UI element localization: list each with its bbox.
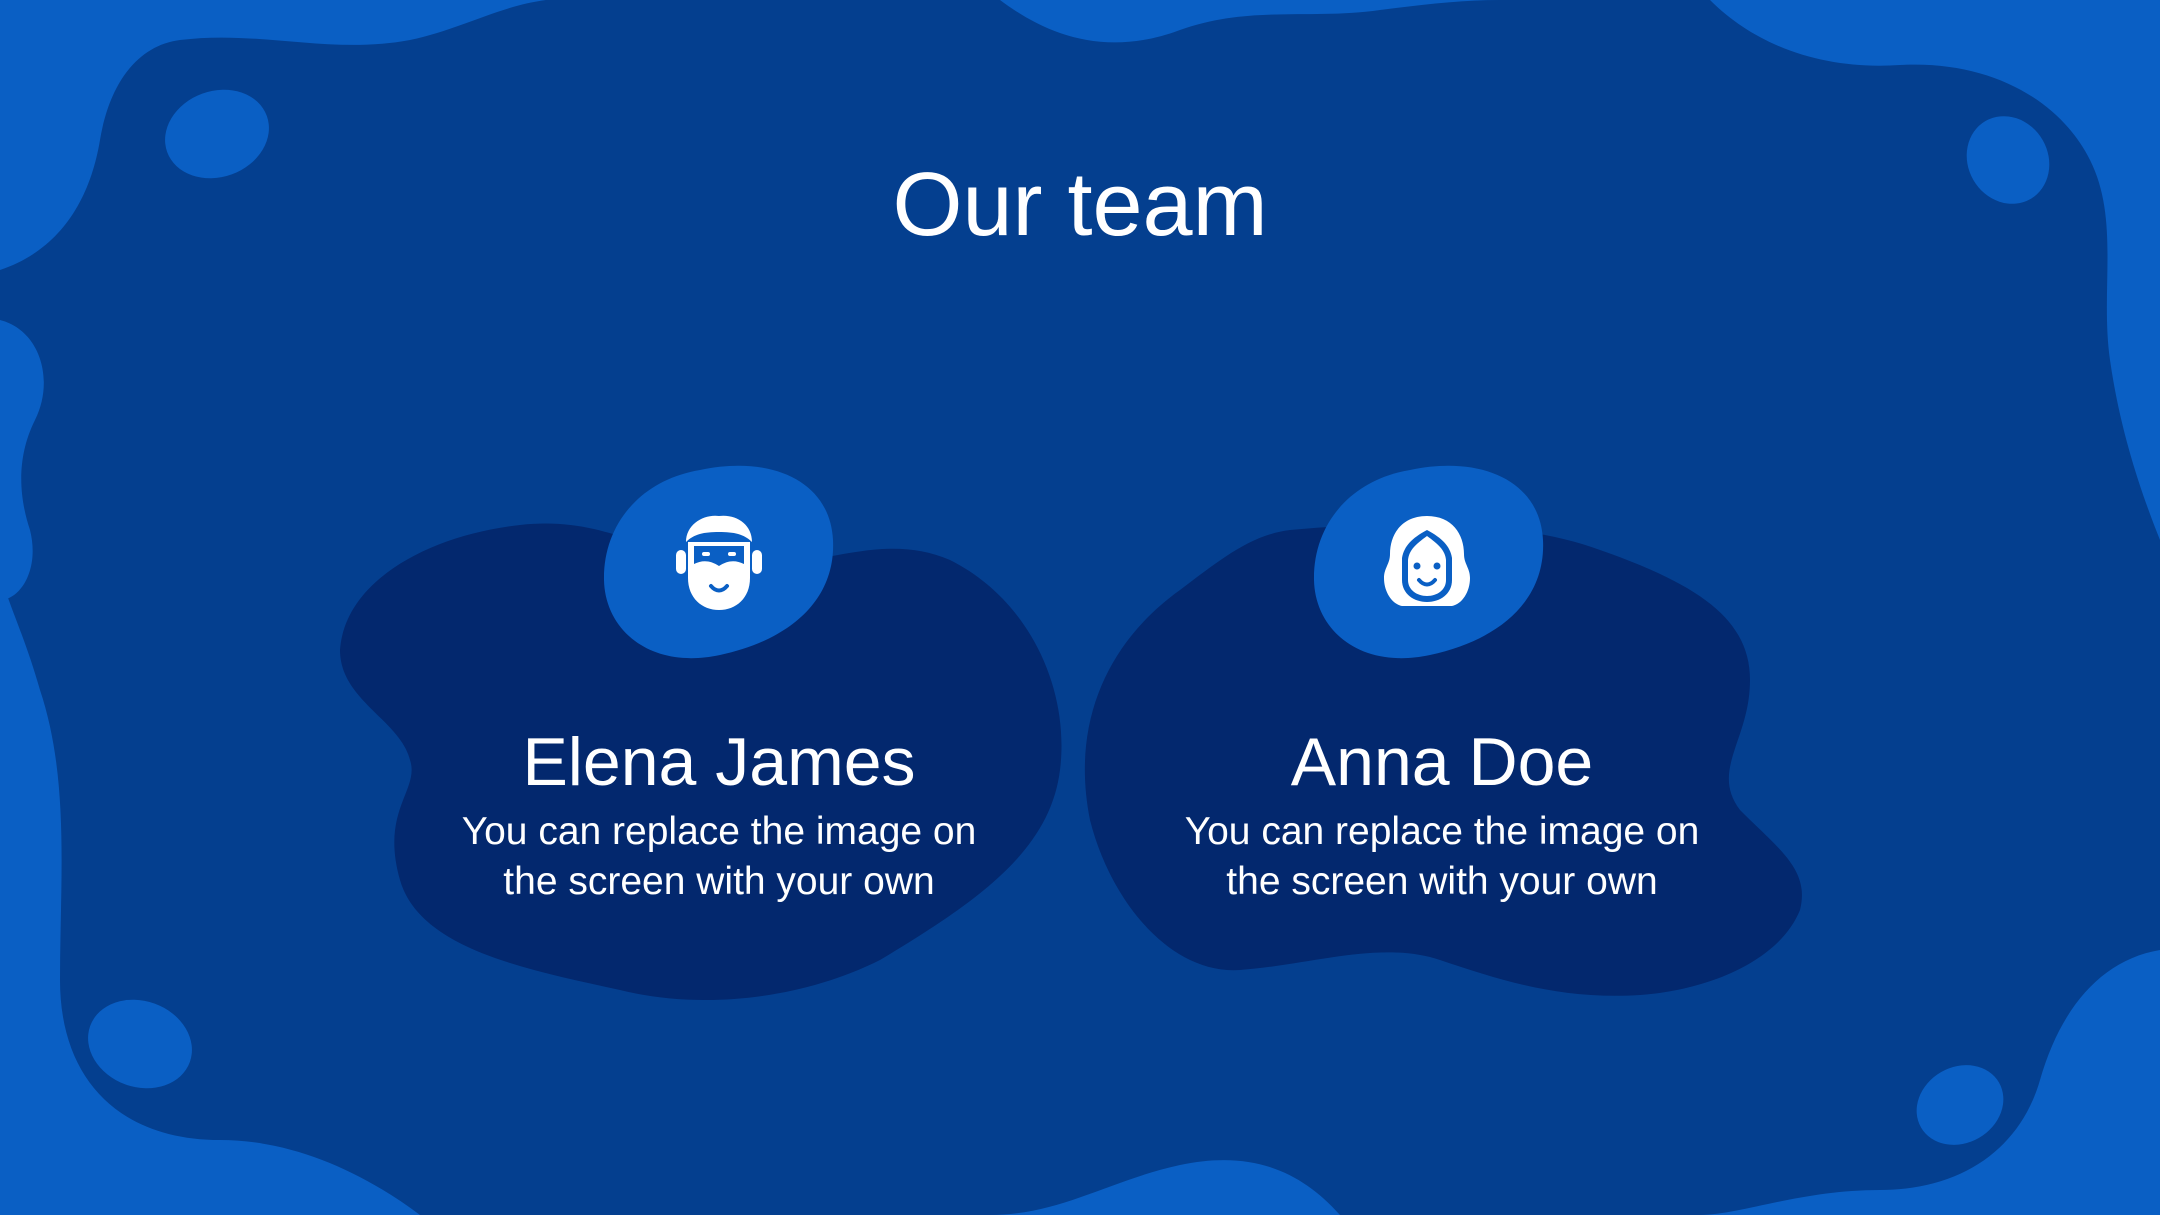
member-desc-line2-1: the screen with your own [503, 860, 935, 903]
member-desc-line1-1: You can replace the image on [461, 810, 977, 853]
woman-avatar-icon [1384, 516, 1470, 606]
member-desc-line2-2: the screen with your own [1226, 860, 1658, 903]
member-desc-line1-2: You can replace the image on [1184, 810, 1700, 853]
member-name-2: Anna Doe [1290, 724, 1594, 800]
man-bearded-avatar-icon [676, 515, 762, 610]
slide: Our team Elena James You can replace the… [0, 0, 2160, 1215]
slide-title: Our team [892, 155, 1268, 255]
member-name-1: Elena James [522, 724, 916, 800]
